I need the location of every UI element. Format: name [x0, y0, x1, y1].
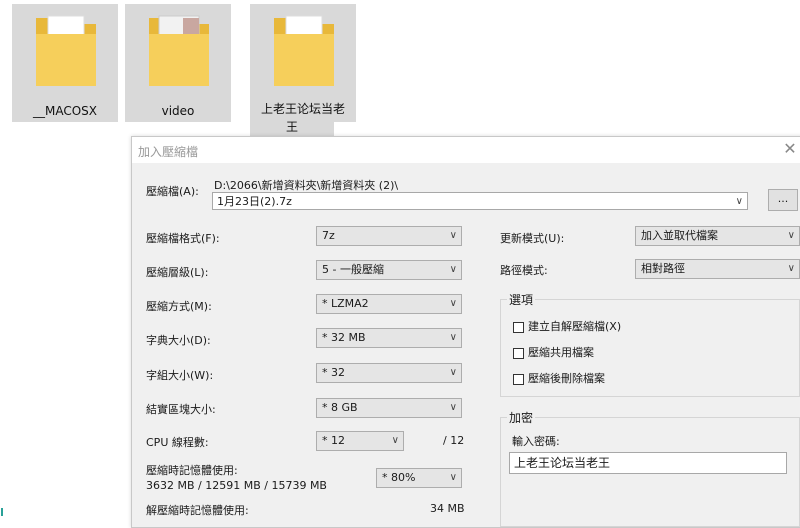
solid-select[interactable]: * 8 GB ∨: [316, 398, 462, 418]
add-to-archive-dialog: 加入壓縮檔 ✕ 壓縮檔(A): D:\2066\新增資料夾\新增資料夾 (2)\…: [131, 136, 800, 528]
mem-label: 壓縮時記憶體使用:: [146, 464, 238, 477]
close-button[interactable]: ✕: [780, 139, 800, 159]
password-value: 上老王论坛当老王: [514, 456, 611, 470]
word-select[interactable]: * 32 ∨: [316, 363, 462, 383]
mem-detail: 3632 MB / 12591 MB / 15739 MB: [146, 479, 327, 492]
cpu-label: CPU 線程數:: [146, 436, 209, 449]
dialog-title: 加入壓縮檔: [138, 145, 199, 159]
archive-label: 壓縮檔(A):: [146, 185, 199, 198]
chevron-down-icon: ∨: [449, 402, 457, 413]
chevron-down-icon: ∨: [449, 264, 457, 275]
level-value: 5 - 一般壓縮: [322, 263, 384, 276]
checkbox[interactable]: [513, 347, 524, 359]
chevron-down-icon: ∨: [735, 196, 743, 207]
method-label: 壓縮方式(M):: [146, 300, 212, 313]
update-label: 更新模式(U):: [500, 232, 565, 245]
chevron-down-icon: ∨: [391, 435, 399, 446]
folder-laowang[interactable]: 上老王论坛当老: [250, 4, 356, 122]
options-title: 選項: [507, 291, 536, 308]
chevron-down-icon: ∨: [787, 230, 795, 241]
option-shared-label: 壓縮共用檔案: [528, 346, 594, 359]
password-label: 輸入密碼:: [512, 435, 560, 448]
archive-path: D:\2066\新增資料夾\新增資料夾 (2)\: [214, 179, 399, 192]
folder-icon: [149, 15, 209, 86]
option-delete-label: 壓縮後刪除檔案: [528, 372, 605, 385]
format-label: 壓縮檔格式(F):: [146, 232, 220, 245]
folder-icon: [274, 15, 334, 86]
word-value: * 32: [322, 366, 345, 379]
folder-label-line2: 王: [250, 120, 334, 136]
chevron-down-icon: ∨: [449, 472, 457, 483]
folder-label: __MACOSX: [32, 104, 97, 118]
cpu-total: / 12: [443, 434, 465, 447]
update-select[interactable]: 加入並取代檔案 ∨: [635, 226, 800, 246]
option-sfx[interactable]: 建立自解壓縮檔(X): [513, 318, 621, 334]
title-bar: 加入壓縮檔 ✕: [132, 137, 800, 163]
cpu-value: * 12: [322, 434, 345, 447]
chevron-down-icon: ∨: [449, 298, 457, 309]
edge-marker: [1, 508, 3, 516]
checkbox[interactable]: [513, 321, 524, 333]
encryption-title: 加密: [507, 409, 536, 426]
cpu-select[interactable]: * 12 ∨: [316, 431, 404, 451]
option-delete[interactable]: 壓縮後刪除檔案: [513, 370, 605, 386]
option-sfx-label: 建立自解壓縮檔(X): [528, 320, 622, 333]
folder-icon: [36, 15, 96, 86]
chevron-down-icon: ∨: [787, 263, 795, 274]
mem-value: * 80%: [382, 471, 416, 484]
chevron-down-icon: ∨: [449, 230, 457, 241]
update-value: 加入並取代檔案: [641, 229, 718, 242]
pathmode-select[interactable]: 相對路徑 ∨: [635, 259, 800, 279]
chevron-down-icon: ∨: [449, 332, 457, 343]
dict-label: 字典大小(D):: [146, 334, 211, 347]
options-group: 選項 建立自解壓縮檔(X) 壓縮共用檔案 壓縮後刪除檔案: [500, 291, 800, 397]
format-value: 7z: [322, 229, 335, 242]
folder-label: video: [161, 104, 195, 118]
folder-label: 上老王论坛当老: [260, 102, 345, 116]
pathmode-label: 路徑模式:: [500, 264, 548, 277]
method-select[interactable]: * LZMA2 ∨: [316, 294, 462, 314]
dict-select[interactable]: * 32 MB ∨: [316, 328, 462, 348]
level-select[interactable]: 5 - 一般壓縮 ∨: [316, 260, 462, 280]
archive-name-combo[interactable]: 1月23日(2).7z ∨: [212, 192, 748, 210]
method-value: * LZMA2: [322, 297, 369, 310]
dict-value: * 32 MB: [322, 331, 366, 344]
decomp-label: 解壓縮時記憶體使用:: [146, 504, 249, 517]
folder-macosx[interactable]: __MACOSX: [12, 4, 118, 122]
password-input[interactable]: 上老王论坛当老王: [509, 452, 787, 474]
checkbox[interactable]: [513, 373, 524, 385]
browse-button[interactable]: ...: [768, 189, 798, 211]
option-shared[interactable]: 壓縮共用檔案: [513, 344, 594, 360]
solid-label: 結實區塊大小:: [146, 403, 216, 416]
format-select[interactable]: 7z ∨: [316, 226, 462, 246]
folder-video[interactable]: video: [125, 4, 231, 122]
solid-value: * 8 GB: [322, 401, 358, 414]
decomp-value: 34 MB: [430, 502, 465, 515]
chevron-down-icon: ∨: [449, 367, 457, 378]
word-label: 字組大小(W):: [146, 369, 214, 382]
pathmode-value: 相對路徑: [641, 262, 685, 275]
mem-select[interactable]: * 80% ∨: [376, 468, 462, 488]
level-label: 壓縮層級(L):: [146, 266, 209, 279]
archive-name-value: 1月23日(2).7z: [217, 195, 292, 208]
